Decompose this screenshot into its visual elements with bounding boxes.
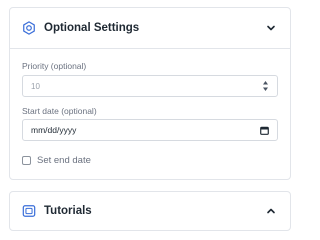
optional-settings-header[interactable]: Optional Settings — [10, 8, 290, 48]
panel-divider — [10, 48, 290, 49]
start-date-label: Start date (optional) — [22, 106, 97, 116]
tutorials-title: Tutorials — [44, 205, 92, 217]
tv-icon — [21, 203, 37, 219]
set-end-date-row[interactable]: Set end date — [22, 155, 91, 166]
priority-input[interactable]: 10 — [22, 75, 278, 97]
start-date-value: mm/dd/yyyy — [31, 125, 77, 135]
priority-label: Priority (optional) — [22, 61, 87, 71]
number-stepper-icon[interactable] — [261, 79, 269, 93]
optional-settings-title: Optional Settings — [44, 22, 140, 34]
set-end-date-label: Set end date — [37, 155, 91, 166]
tutorials-header[interactable]: Tutorials — [10, 192, 290, 230]
set-end-date-checkbox[interactable] — [22, 156, 31, 165]
priority-placeholder: 10 — [31, 81, 40, 91]
tutorials-panel: Tutorials — [9, 191, 291, 231]
optional-settings-panel: Optional Settings Priority (optional) 10… — [9, 7, 291, 180]
settings-sidebar: Optional Settings Priority (optional) 10… — [0, 0, 300, 240]
gear-icon — [21, 20, 37, 36]
calendar-icon[interactable] — [259, 125, 269, 135]
chevron-up-icon[interactable] — [264, 204, 278, 218]
chevron-down-icon[interactable] — [264, 21, 278, 35]
start-date-input[interactable]: mm/dd/yyyy — [22, 119, 278, 141]
